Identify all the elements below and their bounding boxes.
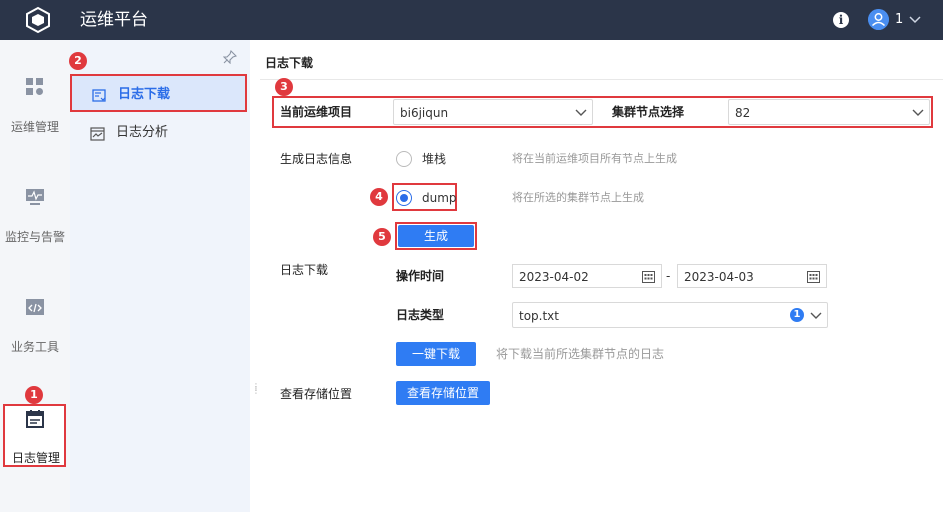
generate-button[interactable]: 生成: [398, 225, 474, 247]
subnav-item-log-analysis[interactable]: 日志分析: [70, 114, 247, 152]
log-type-select[interactable]: top.txt 1: [512, 302, 828, 328]
end-date-value: 2023-04-03: [684, 270, 754, 284]
annotation-badge: 4: [370, 188, 388, 206]
rail-item-label: 业务工具: [10, 340, 59, 354]
page-title: 日志下载: [265, 56, 314, 70]
radio-stack-label[interactable]: 堆栈: [422, 150, 446, 168]
radio-dump[interactable]: [396, 190, 412, 206]
gen-info-label: 生成日志信息: [280, 152, 353, 166]
subnav-item-label: 日志分析: [116, 125, 169, 140]
annotation-badge: 5: [373, 228, 391, 246]
app-title: 运维平台: [80, 10, 148, 30]
log-analysis-icon: [90, 127, 105, 141]
node-label: 集群节点选择: [612, 105, 685, 119]
view-storage-button[interactable]: 查看存储位置: [396, 381, 490, 405]
subnav-item-log-download[interactable]: 日志下载: [70, 74, 247, 112]
rail-item-tools[interactable]: 业务工具: [0, 292, 70, 362]
project-select-value: bi6jiqun: [400, 106, 449, 120]
annotation-badge: 2: [69, 52, 87, 70]
rail-item-log-management[interactable]: 日志管理: [3, 404, 66, 467]
rail-item-label: 日志管理: [11, 451, 60, 465]
node-select[interactable]: 82: [728, 99, 930, 125]
rail-item-label: 监控与告警: [4, 230, 65, 244]
rail-item-monitor[interactable]: 监控与告警: [0, 182, 70, 252]
one-click-download-button[interactable]: 一键下载: [396, 342, 476, 366]
stack-hint: 将在当前运维项目所有节点上生成: [512, 152, 677, 165]
calendar-icon: [807, 271, 820, 283]
chevron-down-icon: [810, 312, 822, 319]
log-type-value: top.txt: [519, 309, 559, 323]
project-select[interactable]: bi6jiqun: [393, 99, 593, 125]
log-calendar-icon: [26, 410, 44, 428]
divider: [260, 79, 943, 80]
dump-hint: 将在所选的集群节点上生成: [512, 191, 644, 204]
info-icon[interactable]: i: [833, 12, 849, 28]
chevron-down-icon: [912, 109, 924, 116]
rail-item-ops[interactable]: 运维管理: [0, 72, 70, 142]
end-date-input[interactable]: 2023-04-03: [677, 264, 827, 288]
dashboard-grid-icon: [26, 78, 43, 95]
subnav-item-label: 日志下载: [118, 87, 171, 102]
log-type-label: 日志类型: [396, 308, 445, 322]
start-date-value: 2023-04-02: [519, 270, 589, 284]
project-label: 当前运维项目: [280, 105, 353, 119]
pin-icon[interactable]: [223, 50, 237, 64]
code-window-icon: [26, 299, 44, 315]
annotation-badge: 3: [275, 78, 293, 96]
chevron-down-icon: [575, 109, 587, 116]
resize-handle[interactable]: ⋮ ⋮: [252, 383, 260, 399]
user-name[interactable]: 1: [895, 11, 903, 29]
storage-label: 查看存储位置: [280, 387, 353, 401]
monitor-icon: [26, 189, 44, 205]
download-section-label: 日志下载: [280, 263, 329, 277]
op-time-label: 操作时间: [396, 269, 445, 283]
calendar-icon: [642, 271, 655, 283]
node-select-value: 82: [735, 106, 751, 120]
user-avatar-icon[interactable]: [868, 9, 889, 30]
date-separator: -: [666, 269, 671, 283]
radio-dump-label[interactable]: dump: [422, 189, 457, 207]
top-bar: 运维平台 i 1: [0, 0, 943, 40]
annotation-badge: 1: [25, 386, 43, 404]
main-nav-rail: 运维管理 监控与告警 业务工具 日志管理: [0, 40, 70, 512]
logo-cube-icon: [26, 6, 50, 34]
start-date-input[interactable]: 2023-04-02: [512, 264, 662, 288]
selection-count-badge: 1: [790, 308, 804, 322]
log-download-icon: [92, 89, 106, 102]
chevron-down-icon[interactable]: [908, 12, 922, 26]
download-hint: 将下载当前所选集群节点的日志: [496, 347, 665, 361]
rail-item-label: 运维管理: [10, 120, 59, 134]
radio-stack[interactable]: [396, 151, 412, 167]
